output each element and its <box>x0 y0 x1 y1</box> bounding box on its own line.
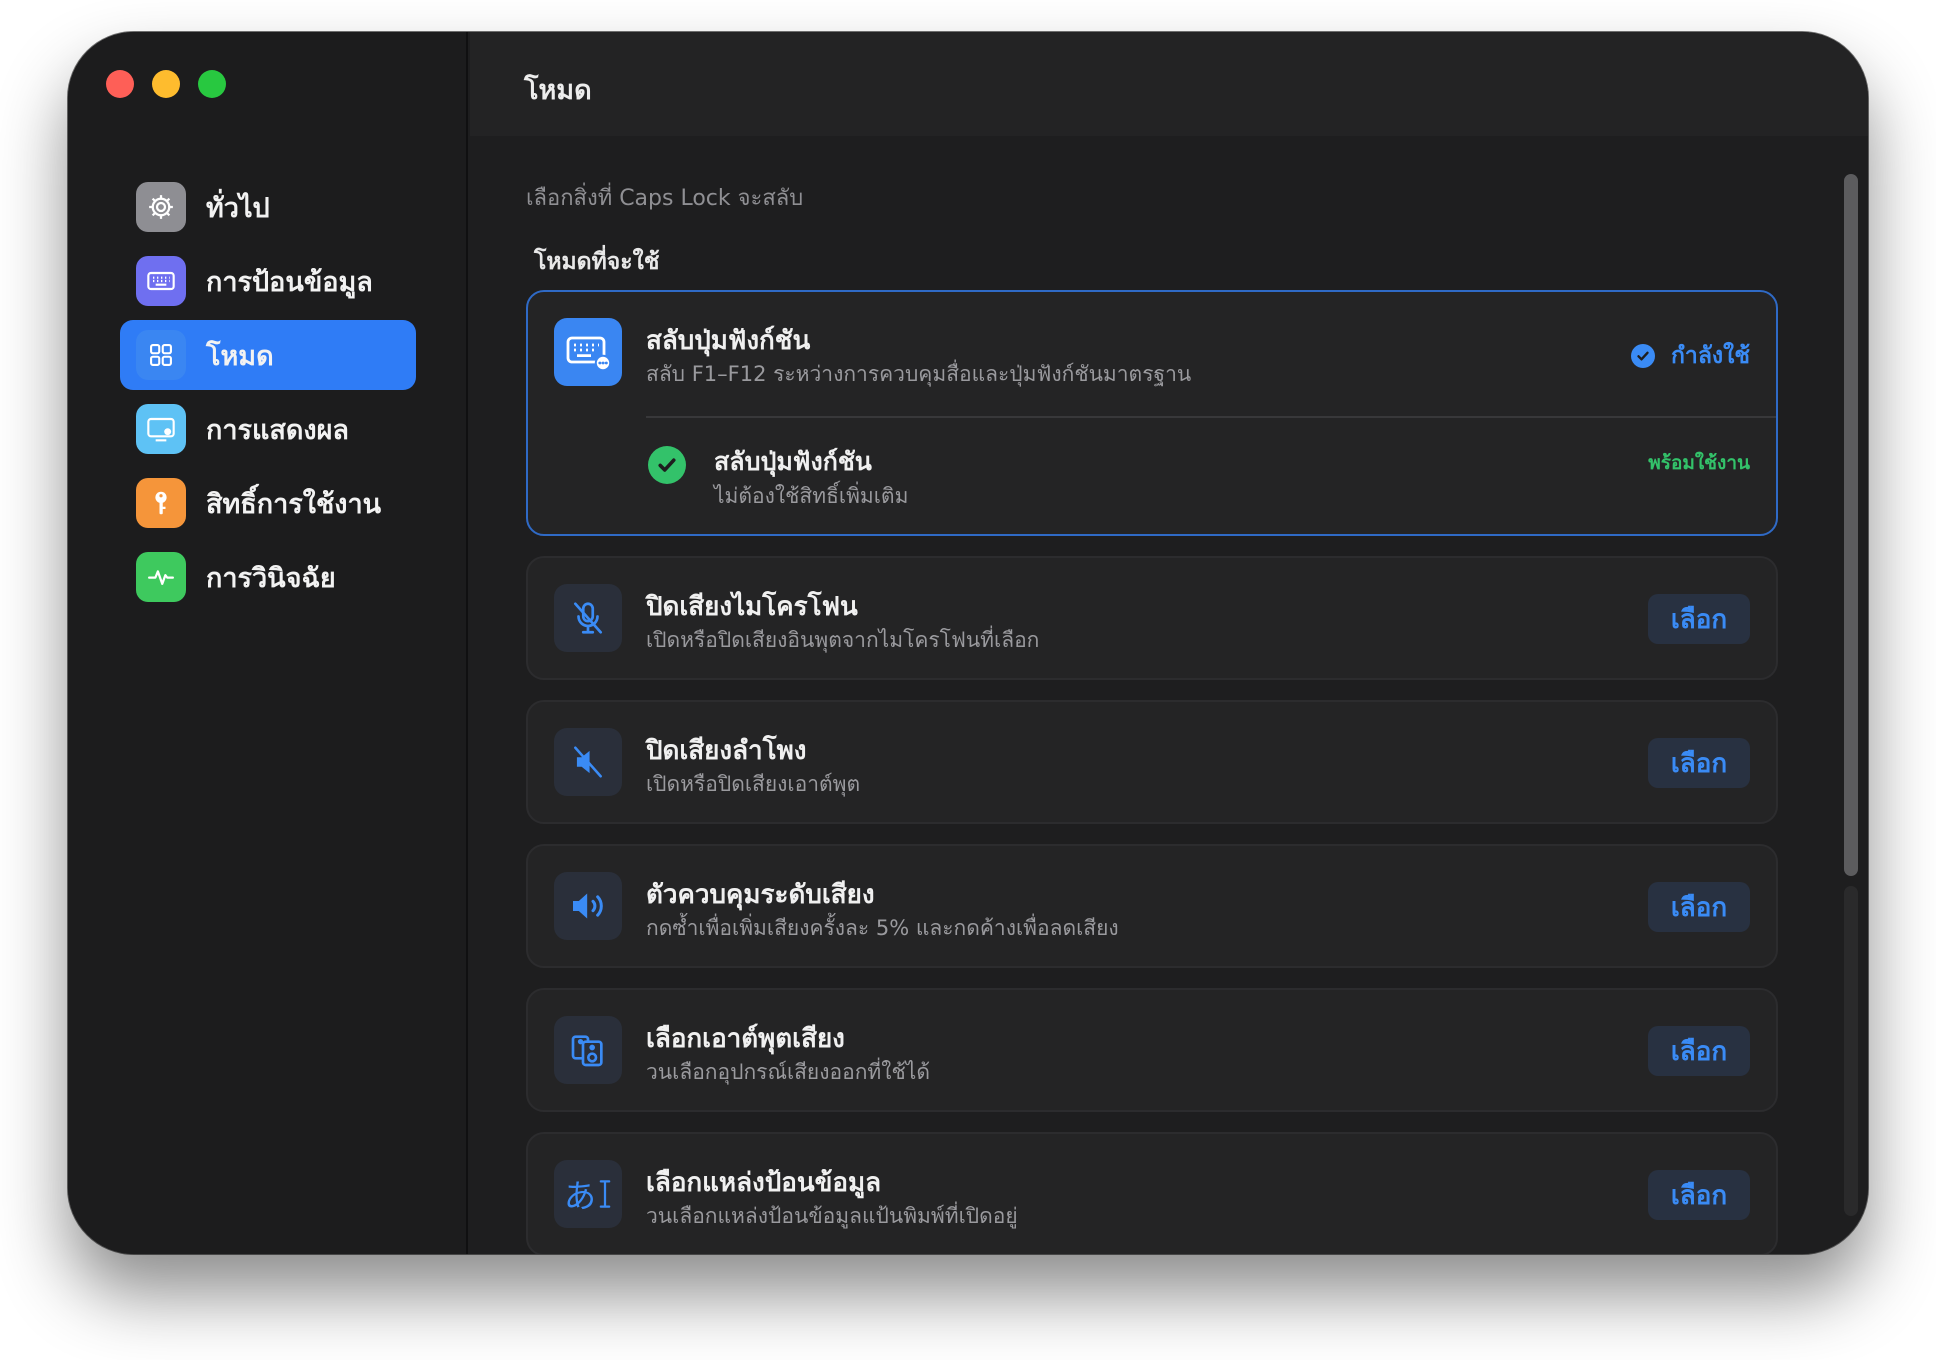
card-title: ปิดเสียงไมโครโฟน <box>646 592 858 622</box>
card-description: วนเลือกแหล่งป้อนข้อมูลแป้นพิมพ์ที่เปิดอย… <box>646 1204 1018 1228</box>
ready-status: พร้อมใช้งาน <box>1648 452 1750 474</box>
choose-button[interactable]: เลือก <box>1648 594 1750 644</box>
scrollbar-thumb[interactable] <box>1844 174 1858 876</box>
display-icon <box>136 404 186 454</box>
content: เลือกสิ่งที่ Caps Lock จะสลับ โหมดที่จะใ… <box>526 136 1778 1254</box>
sidebar-item-label: สิทธิ์การใช้งาน <box>206 488 382 520</box>
titlebar: โหมด <box>470 32 1868 136</box>
sidebar-item-modes[interactable]: โหมด <box>120 320 416 390</box>
keyboard-icon <box>136 256 186 306</box>
sidebar-item-label: การวินิจฉัย <box>206 562 336 594</box>
card-description: วนเลือกอุปกรณ์เสียงออกที่ใช้ได้ <box>646 1060 930 1084</box>
mode-card-volume[interactable]: ตัวควบคุมระดับเสียง กดซ้ำเพื่อเพิ่มเสียง… <box>526 844 1778 968</box>
pulse-icon <box>136 552 186 602</box>
sidebar-item-label: การป้อนข้อมูล <box>206 266 373 298</box>
input-source-icon: あ <box>554 1160 622 1228</box>
card-title: เลือกเอาต์พุตเสียง <box>646 1024 845 1054</box>
sidebar: ทั่วไป การป้อนข้อมูล โหมด การแสดงผล สิทธ… <box>68 32 468 1254</box>
card-description: เปิดหรือปิดเสียงอินพุตจากไมโครโฟนที่เลือ… <box>646 628 1040 652</box>
mode-card-input-source[interactable]: あ เลือกแหล่งป้อนข้อมูล วนเลือกแหล่งป้อนข… <box>526 1132 1778 1254</box>
requirement-title: สลับปุ่มฟังก์ชัน <box>714 447 872 476</box>
section-title: โหมดที่จะใช้ <box>534 249 660 275</box>
sidebar-item-permissions[interactable]: สิทธิ์การใช้งาน <box>120 468 416 538</box>
speaker-slash-icon <box>554 728 622 796</box>
requirement-description: ไม่ต้องใช้สิทธิ์เพิ่มเติม <box>714 484 909 508</box>
scrollbar-track <box>1844 886 1858 1216</box>
card-description: เปิดหรือปิดเสียงเอาต์พุต <box>646 772 861 796</box>
app-window: ทั่วไป การป้อนข้อมูล โหมด การแสดงผล สิทธ… <box>68 32 1868 1254</box>
speakers-icon <box>554 1016 622 1084</box>
choose-button[interactable]: เลือก <box>1648 1026 1750 1076</box>
scrollbar[interactable] <box>1840 144 1862 1244</box>
sidebar-item-label: โหมด <box>206 340 274 372</box>
grid-icon <box>136 330 186 380</box>
in-use-status: กำลังใช้ <box>1630 338 1750 374</box>
mic-slash-icon <box>554 584 622 652</box>
key-icon <box>136 478 186 528</box>
speaker-wave-icon <box>554 872 622 940</box>
check-circle-icon <box>648 446 686 484</box>
card-title: ตัวควบคุมระดับเสียง <box>646 880 875 910</box>
checkmark-circle-icon <box>1630 344 1655 368</box>
sidebar-item-diagnostics[interactable]: การวินิจฉัย <box>120 542 416 612</box>
card-description: กดซ้ำเพื่อเพิ่มเสียงครั้งละ 5% และกดค้าง… <box>646 916 1119 940</box>
page-title: โหมด <box>524 75 592 106</box>
page-subtitle: เลือกสิ่งที่ Caps Lock จะสลับ <box>526 186 804 211</box>
in-use-label: กำลังใช้ <box>1670 343 1750 369</box>
card-title: ปิดเสียงลำโพง <box>646 736 807 766</box>
sidebar-nav: ทั่วไป การป้อนข้อมูล โหมด การแสดงผล สิทธ… <box>120 172 416 616</box>
mode-card-speaker-mute[interactable]: ปิดเสียงลำโพง เปิดหรือปิดเสียงเอาต์พุต เ… <box>526 700 1778 824</box>
card-title: เลือกแหล่งป้อนข้อมูล <box>646 1168 882 1198</box>
sidebar-item-general[interactable]: ทั่วไป <box>120 172 416 242</box>
minimize-window-button[interactable] <box>152 70 180 98</box>
gear-icon <box>136 182 186 232</box>
mode-card-mic-mute[interactable]: ปิดเสียงไมโครโฟน เปิดหรือปิดเสียงอินพุตจ… <box>526 556 1778 680</box>
card-title: สลับปุ่มฟังก์ชัน <box>646 326 811 356</box>
choose-button[interactable]: เลือก <box>1648 1170 1750 1220</box>
divider <box>646 416 1776 418</box>
sidebar-item-label: การแสดงผล <box>206 414 349 446</box>
mode-card-audio-output[interactable]: เลือกเอาต์พุตเสียง วนเลือกอุปกรณ์เสียงออ… <box>526 988 1778 1112</box>
choose-button[interactable]: เลือก <box>1648 738 1750 788</box>
function-keyboard-icon <box>554 318 622 386</box>
zoom-window-button[interactable] <box>198 70 226 98</box>
sidebar-item-display[interactable]: การแสดงผล <box>120 394 416 464</box>
sidebar-item-input[interactable]: การป้อนข้อมูล <box>120 246 416 316</box>
sidebar-item-label: ทั่วไป <box>206 192 270 224</box>
window-controls <box>106 70 226 98</box>
main-pane: โหมด เลือกสิ่งที่ Caps Lock จะสลับ โหมดท… <box>470 32 1868 1254</box>
close-window-button[interactable] <box>106 70 134 98</box>
input-source-glyph: あ <box>563 1177 596 1215</box>
mode-card-function-keys[interactable]: สลับปุ่มฟังก์ชัน สลับ F1–F12 ระหว่างการค… <box>526 290 1778 536</box>
card-description: สลับ F1–F12 ระหว่างการควบคุมสื่อและปุ่มฟ… <box>646 362 1192 386</box>
choose-button[interactable]: เลือก <box>1648 882 1750 932</box>
